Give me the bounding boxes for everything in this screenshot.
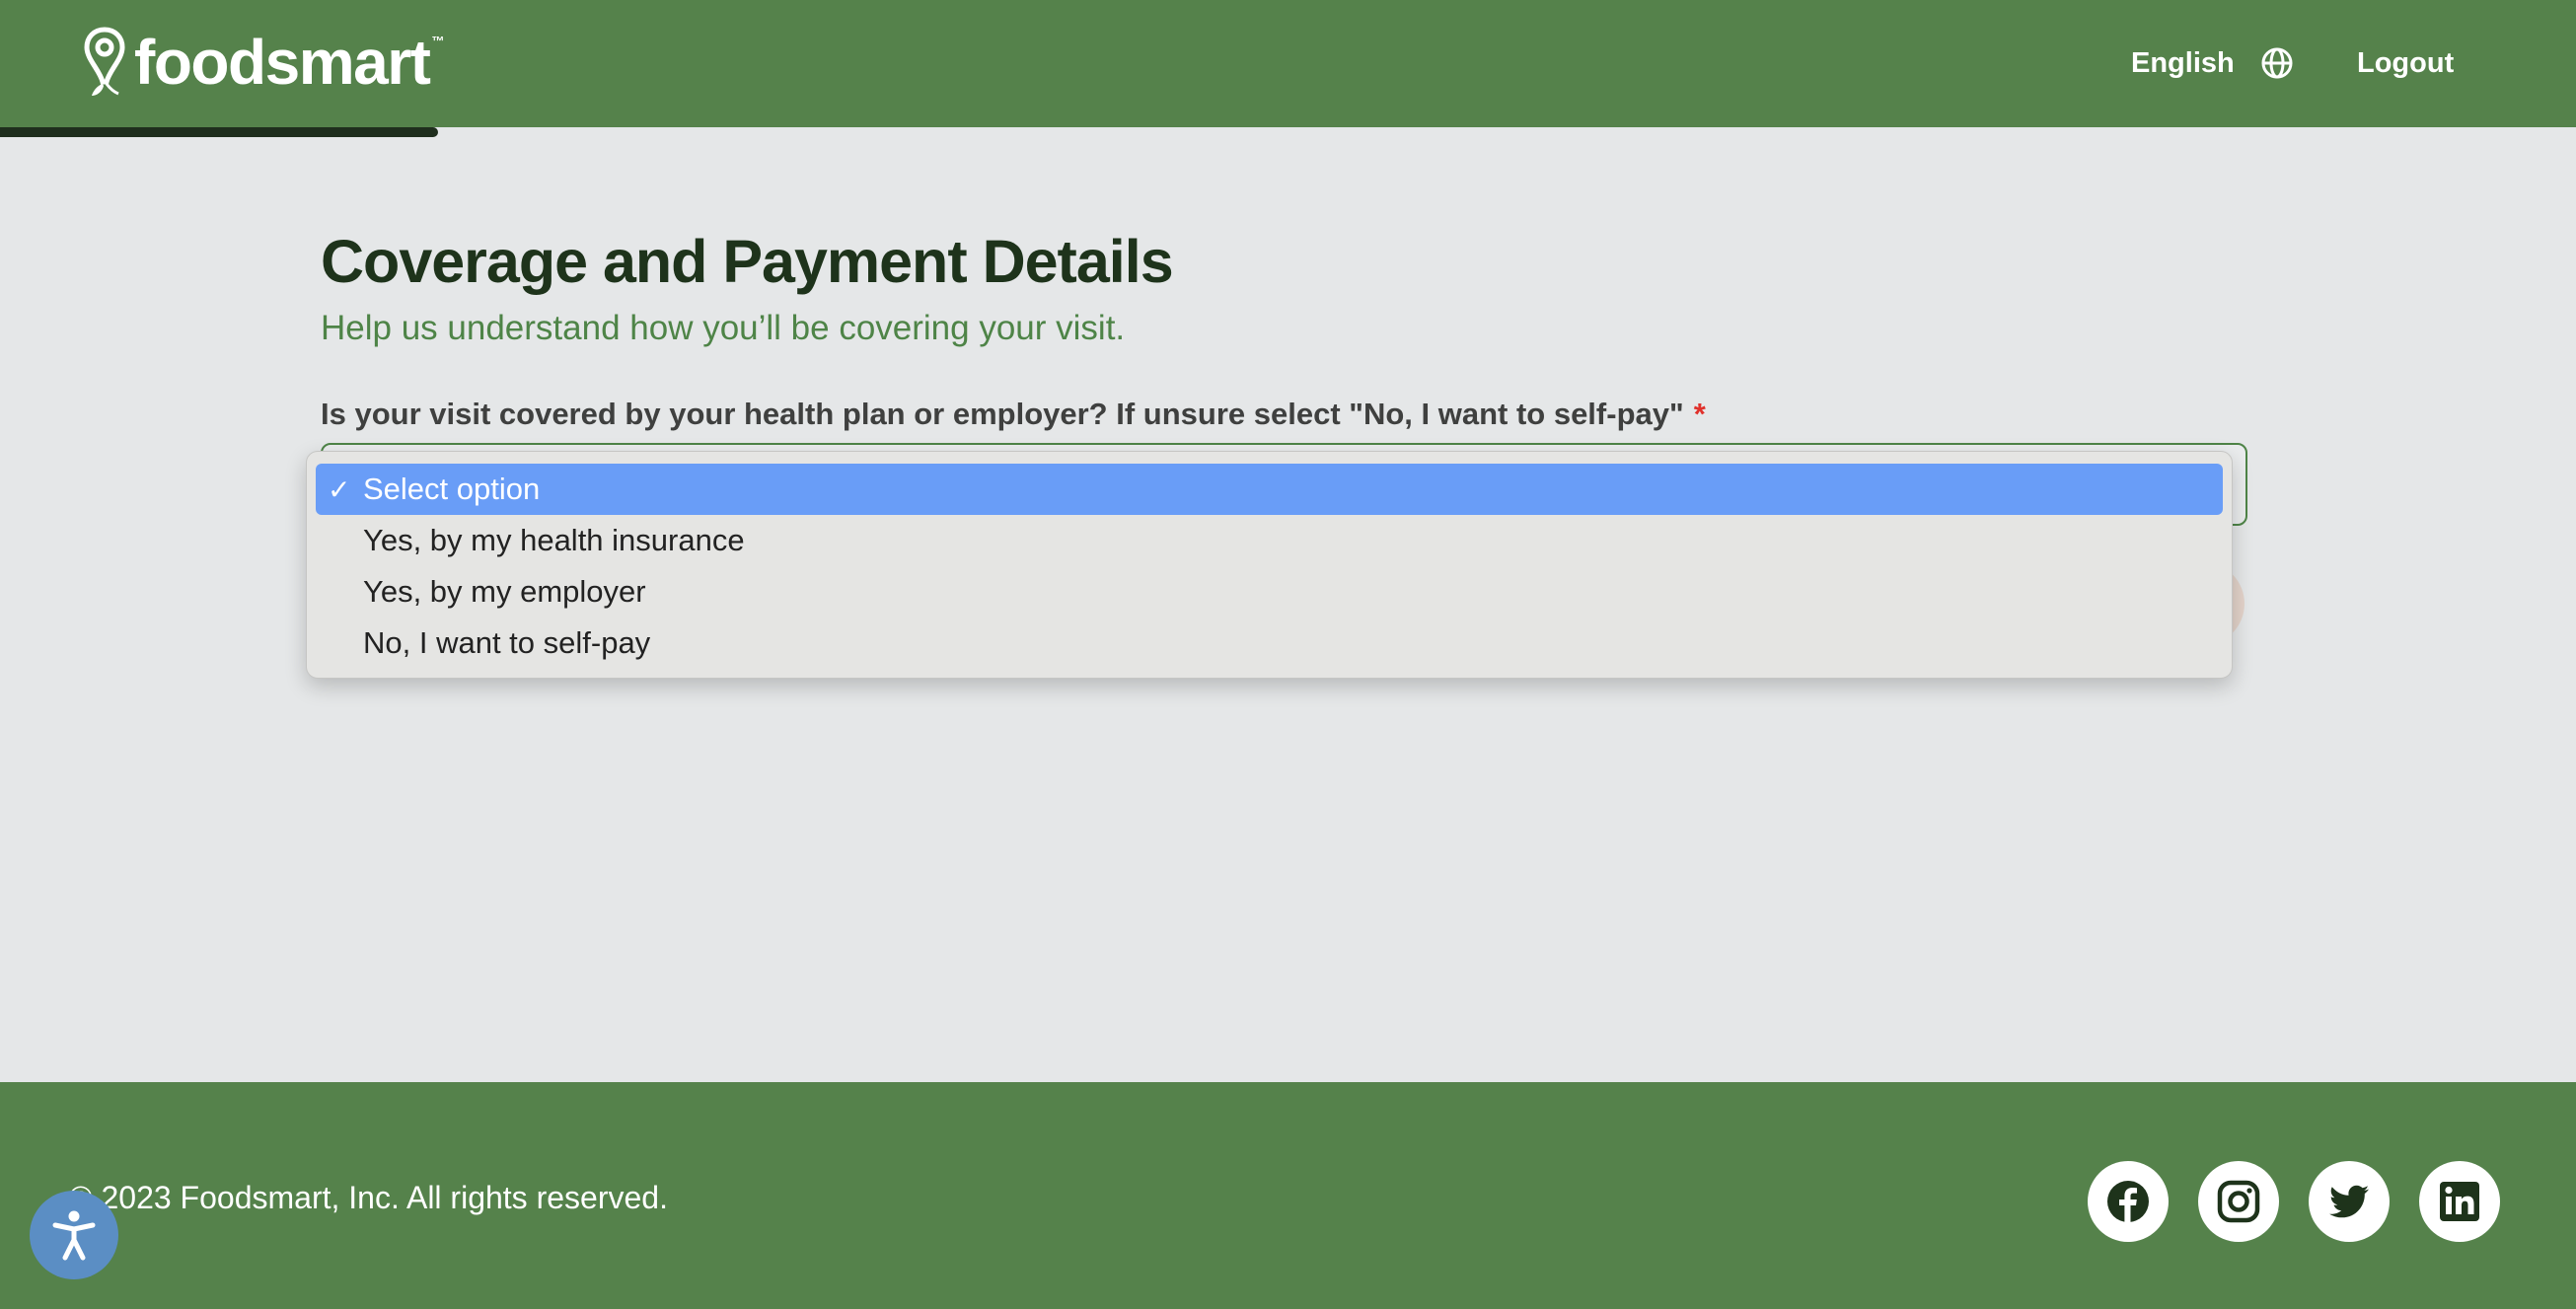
option-label: Yes, by my employer xyxy=(363,574,646,609)
foodsmart-logo[interactable]: foodsmart ™ xyxy=(83,26,444,99)
twitter-icon xyxy=(2329,1185,2369,1218)
instagram-link[interactable] xyxy=(2198,1161,2279,1242)
coverage-question-text: Is your visit covered by your health pla… xyxy=(321,397,1684,431)
instagram-icon xyxy=(2217,1180,2260,1223)
linkedin-link[interactable] xyxy=(2419,1161,2500,1242)
coverage-question-label: Is your visit covered by your health pla… xyxy=(321,395,1706,434)
page-title: Coverage and Payment Details xyxy=(321,228,1174,295)
logout-button[interactable]: Logout xyxy=(2357,39,2454,87)
linkedin-icon xyxy=(2440,1182,2479,1221)
check-icon: ✓ xyxy=(328,473,351,505)
coverage-select-dropdown: ✓ Select option Yes, by my health insura… xyxy=(306,451,2233,679)
option-label: Yes, by my health insurance xyxy=(363,523,745,557)
option-label: No, I want to self-pay xyxy=(363,625,651,660)
accessibility-button[interactable] xyxy=(30,1191,118,1279)
option-select-option[interactable]: ✓ Select option xyxy=(316,464,2223,515)
site-footer: © 2023 Foodsmart, Inc. All rights reserv… xyxy=(0,1082,2576,1309)
option-self-pay[interactable]: No, I want to self-pay xyxy=(316,618,2223,669)
logo-wordmark: foodsmart xyxy=(134,27,431,98)
trademark-symbol: ™ xyxy=(431,34,445,48)
language-selector[interactable]: English xyxy=(2131,39,2294,87)
option-health-insurance[interactable]: Yes, by my health insurance xyxy=(316,515,2223,566)
facebook-link[interactable] xyxy=(2088,1161,2169,1242)
option-label: Select option xyxy=(363,472,541,506)
progress-bar-fill xyxy=(0,127,438,137)
required-marker: * xyxy=(1693,397,1706,431)
page-subtitle: Help us understand how you’ll be coverin… xyxy=(321,309,1126,347)
globe-icon xyxy=(2261,47,2293,79)
accessibility-icon xyxy=(52,1210,96,1261)
progress-bar xyxy=(0,127,2576,137)
facebook-icon xyxy=(2107,1181,2149,1222)
option-employer[interactable]: Yes, by my employer xyxy=(316,566,2223,618)
copyright-text: © 2023 Foodsmart, Inc. All rights reserv… xyxy=(69,1180,668,1215)
twitter-link[interactable] xyxy=(2309,1161,2390,1242)
language-label: English xyxy=(2131,46,2235,79)
site-header: foodsmart ™ English Logout xyxy=(0,0,2576,127)
location-pin-icon xyxy=(84,27,125,96)
